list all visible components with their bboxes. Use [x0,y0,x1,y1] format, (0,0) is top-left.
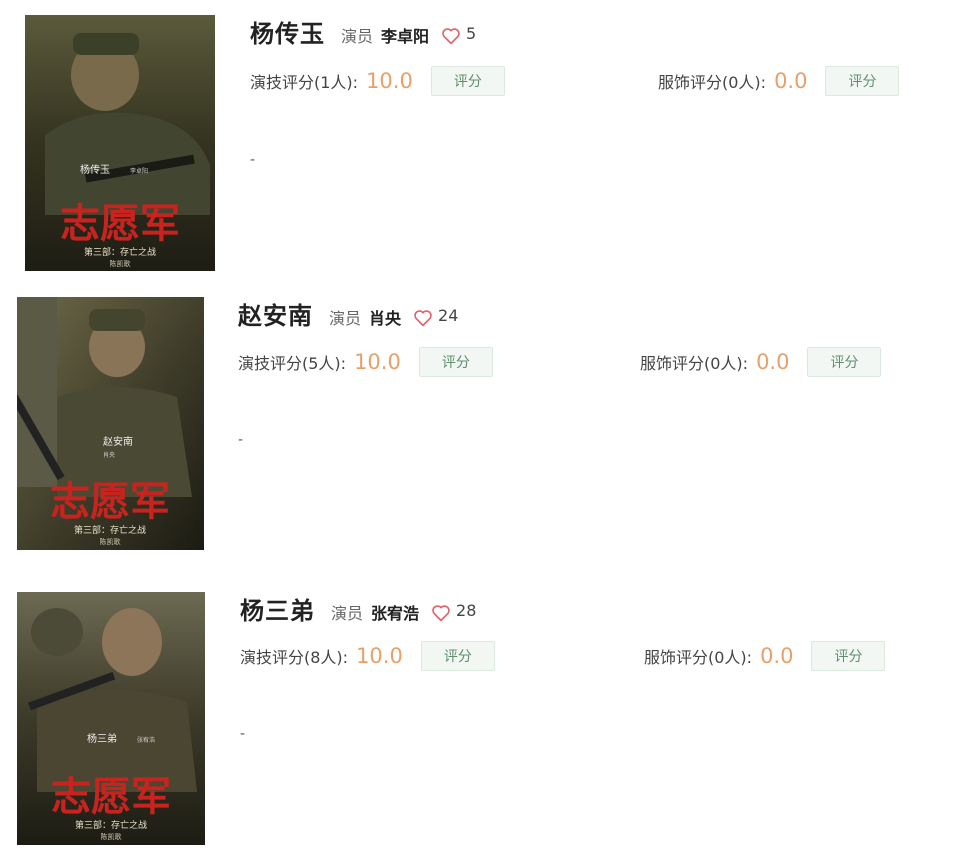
poster-artwork: 杨三弟 张宥浩 志愿军 第三部：存亡之战 陈凯歌 [17,592,205,845]
costume-score-row: 服饰评分(0人): 0.0 评分 [644,641,886,671]
role-poster-image[interactable]: 杨三弟 张宥浩 志愿军 第三部：存亡之战 陈凯歌 [17,592,205,845]
like-count: 28 [456,600,477,620]
rate-costume-button[interactable]: 评分 [811,641,886,671]
role-header: 杨三弟 演员 张宥浩 28 [240,591,476,626]
role-info: 杨三弟 演员 张宥浩 28 [240,591,476,626]
poster-director: 陈凯歌 [101,832,122,841]
poster-actor-caption: 张宥浩 [137,736,155,744]
poster-character-caption: 杨三弟 [87,732,117,745]
role-description: - [240,726,246,742]
acting-score-label: 演技评分(8人): [240,648,349,667]
like-button[interactable]: 28 [431,600,477,622]
rate-acting-button[interactable]: 评分 [420,641,495,671]
acting-score-value: 10.0 [356,644,403,668]
role-card: 杨三弟 张宥浩 志愿军 第三部：存亡之战 陈凯歌 杨三弟 演员 张宥浩 28 演… [0,0,960,859]
role-tag: 演员 [331,604,364,623]
role-name[interactable]: 杨三弟 [240,591,315,626]
actor-name[interactable]: 张宥浩 [371,600,419,624]
heart-outline-icon [432,605,450,622]
costume-score-label: 服饰评分(0人): [644,648,753,667]
costume-score-value: 0.0 [760,644,794,668]
poster-subtitle: 第三部：存亡之战 [75,819,147,831]
acting-score-row: 演技评分(8人): 10.0 评分 [240,641,495,671]
poster-film-title: 志愿军 [51,773,171,820]
